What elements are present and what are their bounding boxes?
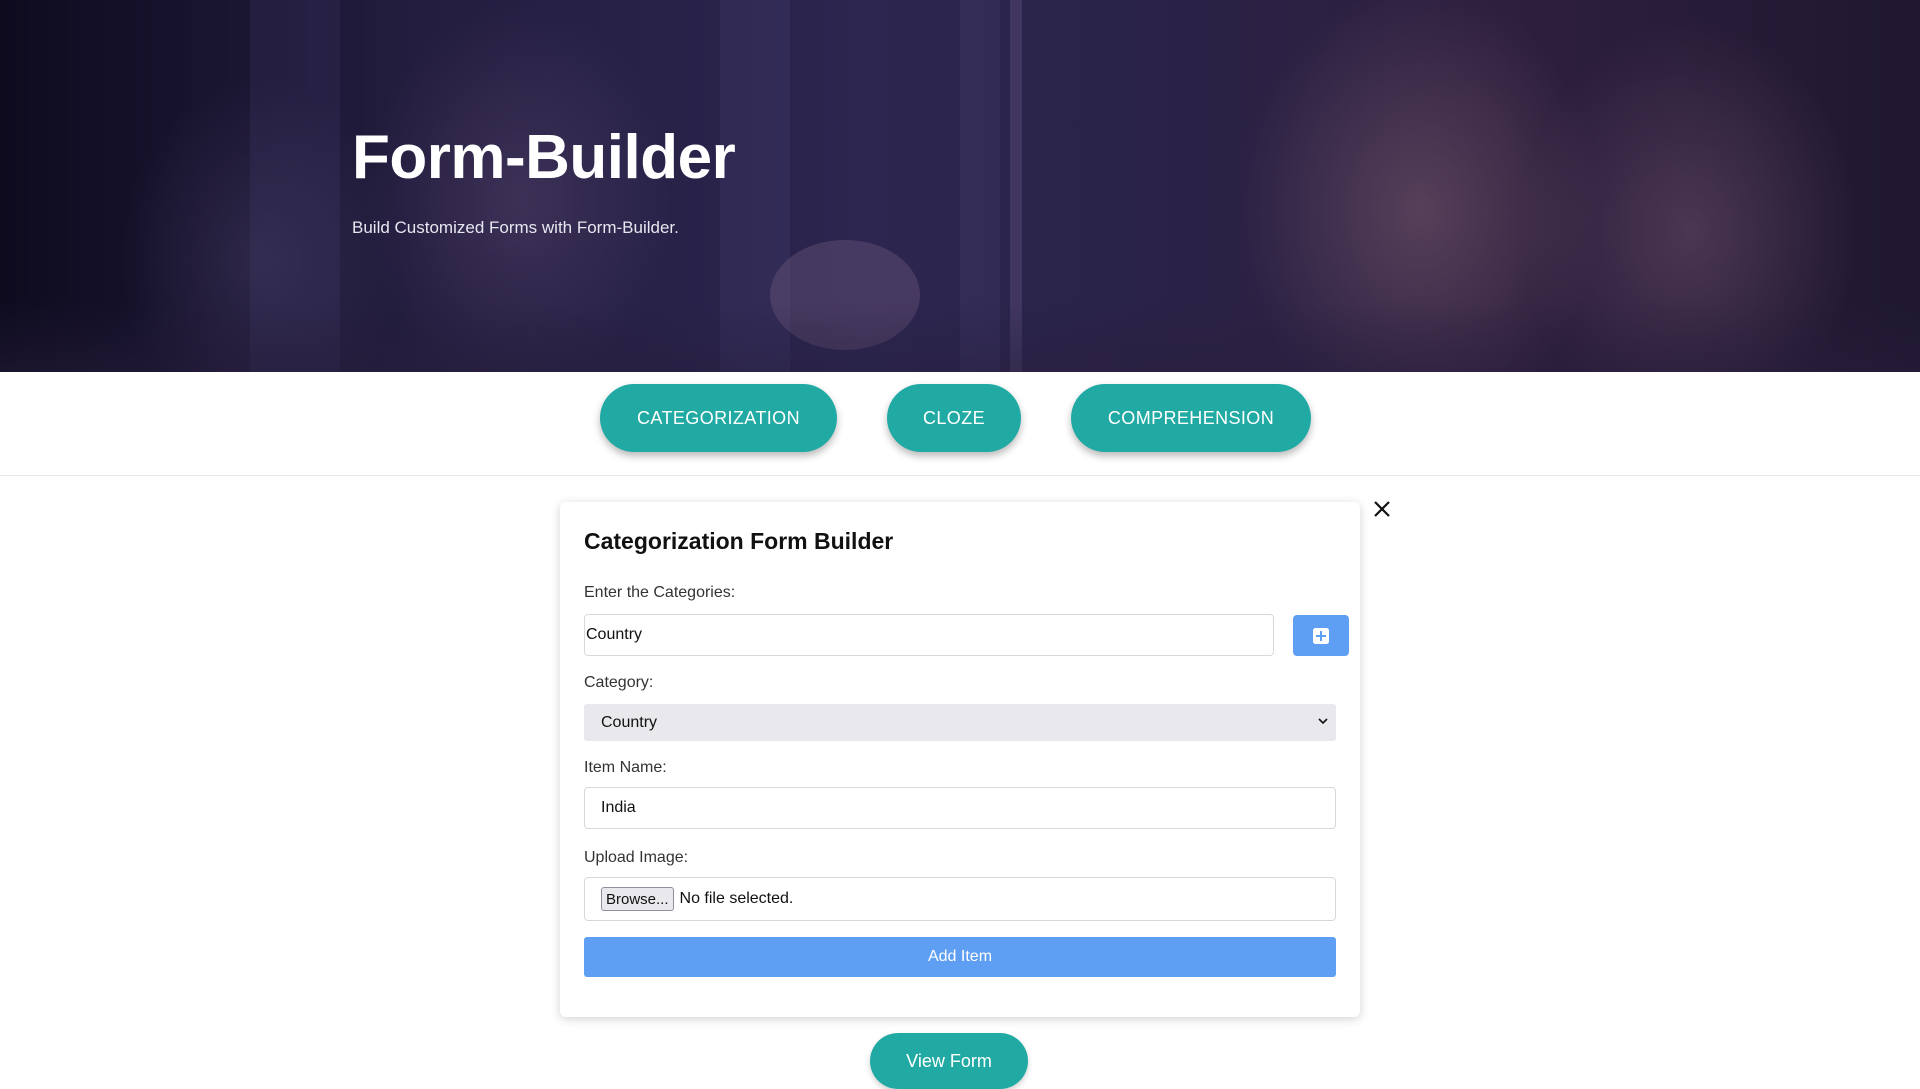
tab-cloze[interactable]: CLOZE — [887, 384, 1021, 452]
close-icon[interactable] — [1372, 498, 1392, 520]
categories-input[interactable]: Country — [584, 614, 1274, 656]
tab-categorization[interactable]: CATEGORIZATION — [600, 384, 837, 452]
category-label: Category: — [584, 674, 654, 691]
categories-label: Enter the Categories: — [584, 584, 736, 601]
browse-button[interactable]: Browse... — [601, 887, 674, 911]
hero-banner: Form-Builder Build Customized Forms with… — [0, 0, 1920, 372]
item-name-input[interactable]: India — [584, 787, 1336, 829]
hero-background-shade — [0, 300, 1920, 372]
categorization-form-card: Categorization Form Builder Enter the Ca… — [560, 502, 1360, 1017]
file-status-text: No file selected. — [679, 890, 794, 907]
hero-subtitle: Build Customized Forms with Form-Builder… — [352, 218, 679, 237]
categories-input-value: Country — [586, 626, 643, 643]
question-type-tabbar: CATEGORIZATION CLOZE COMPREHENSION — [0, 372, 1920, 476]
tab-comprehension[interactable]: COMPREHENSION — [1071, 384, 1311, 452]
upload-image-field[interactable]: Browse... No file selected. — [584, 877, 1336, 921]
plus-square-icon — [1313, 627, 1329, 644]
form-title: Categorization Form Builder — [584, 528, 894, 554]
add-item-button[interactable]: Add Item — [584, 937, 1336, 977]
item-name-input-value: India — [601, 799, 636, 816]
category-select-value: Country — [601, 713, 658, 731]
view-form-button[interactable]: View Form — [870, 1033, 1028, 1089]
chevron-down-icon — [1318, 718, 1328, 725]
category-select[interactable]: Country — [584, 704, 1336, 741]
hero-title: Form-Builder — [352, 123, 736, 192]
add-category-button[interactable] — [1293, 615, 1349, 656]
upload-image-label: Upload Image: — [584, 849, 689, 866]
item-name-label: Item Name: — [584, 759, 667, 776]
